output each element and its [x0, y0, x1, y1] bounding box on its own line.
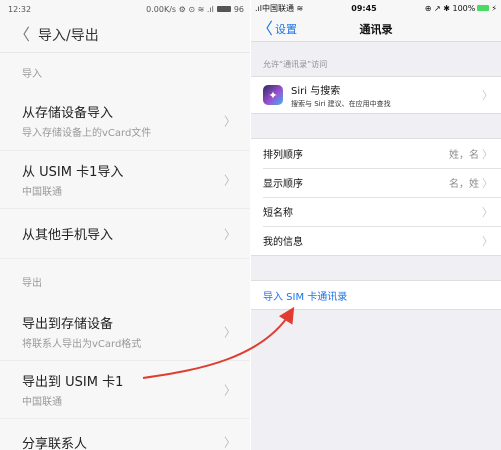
- chevron-right-icon: 〉: [223, 435, 236, 450]
- cell-label: 显示顺序: [263, 179, 303, 190]
- chevron-right-icon: 〉: [482, 147, 493, 161]
- short-name-row[interactable]: 短名称 〉: [251, 197, 501, 226]
- android-top-bar: 〈 导入/导出: [0, 18, 250, 52]
- battery-level: 96: [233, 4, 244, 14]
- cell-label: 排列顺序: [263, 150, 303, 161]
- status-info: 0.00K/s ⚙ ⊙ ≋ .ıl: [146, 4, 214, 14]
- cell-value: 姓，名: [449, 150, 479, 161]
- import-sim-contacts-button[interactable]: 导入 SIM 卡通讯录: [251, 281, 501, 309]
- row-export-to-usim1[interactable]: 导出到 USIM 卡1 中国联通 〉: [0, 361, 250, 419]
- display-order-row[interactable]: 显示顺序 名，姓 〉: [251, 168, 501, 197]
- row-title: 从其他手机导入: [22, 228, 114, 243]
- chevron-right-icon: 〉: [223, 383, 236, 397]
- battery-icon: [477, 5, 490, 11]
- status-time: 12:32: [8, 4, 32, 14]
- chevron-right-icon: 〉: [482, 234, 493, 248]
- page-title: 通讯录: [359, 23, 393, 36]
- siri-search-row[interactable]: ✦ Siri 与搜索 搜索与 Siri 建议、在应用中查找 〉: [251, 77, 501, 113]
- row-title: 从 USIM 卡1导入: [22, 165, 124, 180]
- chevron-right-icon: 〉: [223, 227, 236, 241]
- status-icons: ⊕ ↗ ✱ 100%: [424, 3, 476, 13]
- row-import-from-storage[interactable]: 从存储设备导入 导入存储设备上的vCard文件 〉: [0, 91, 250, 151]
- siri-subtitle: 搜索与 Siri 建议、在应用中查找: [291, 99, 391, 108]
- chevron-right-icon: 〉: [223, 173, 236, 187]
- import-sim-label: 导入 SIM 卡通讯录: [263, 291, 348, 303]
- row-import-from-other-phone[interactable]: 从其他手机导入 〉: [0, 209, 250, 259]
- android-status-bar: 12:32 0.00K/s ⚙ ⊙ ≋ .ıl 96: [0, 0, 250, 18]
- chevron-right-icon: 〉: [482, 89, 493, 102]
- status-time: 09:45: [351, 3, 377, 13]
- row-subtitle: 中国联通: [22, 187, 62, 198]
- android-import-export-screen: 12:32 0.00K/s ⚙ ⊙ ≋ .ıl 96 〈 导入/导出 导入 从存…: [0, 0, 250, 450]
- row-title: 从存储设备导入: [22, 106, 114, 121]
- chevron-right-icon: 〉: [482, 205, 493, 219]
- row-share-contacts[interactable]: 分享联系人 〉: [0, 419, 250, 450]
- section-header-import: 导入: [22, 68, 42, 80]
- row-import-from-usim1[interactable]: 从 USIM 卡1导入 中国联通 〉: [0, 151, 250, 209]
- charging-icon: ⚡: [491, 3, 497, 13]
- row-subtitle: 导入存储设备上的vCard文件: [22, 128, 152, 139]
- import-sim-group: 导入 SIM 卡通讯录: [251, 280, 501, 310]
- row-title: 导出到 USIM 卡1: [22, 375, 124, 390]
- cell-value: 名，姓: [449, 179, 479, 190]
- ios-contacts-settings-screen: .ıl中国联通 ≋ 09:45 ⊕ ↗ ✱ 100% ⚡ 〈 设置 通讯录 允许…: [251, 0, 501, 450]
- row-subtitle: 中国联通: [22, 397, 62, 408]
- row-export-to-storage[interactable]: 导出到存储设备 将联系人导出为vCard格式 〉: [0, 303, 250, 361]
- cell-label: 短名称: [263, 208, 293, 219]
- cell-label: 我的信息: [263, 237, 303, 248]
- siri-title: Siri 与搜索: [291, 85, 341, 97]
- siri-group: ✦ Siri 与搜索 搜索与 Siri 建议、在应用中查找 〉: [251, 76, 501, 114]
- battery-icon: [216, 6, 231, 12]
- sort-order-row[interactable]: 排列顺序 姓，名 〉: [251, 139, 501, 168]
- ios-nav-bar: 〈 设置 通讯录: [251, 16, 501, 42]
- chevron-right-icon: 〉: [223, 325, 236, 339]
- carrier-signal: .ıl中国联通 ≋: [255, 3, 304, 13]
- row-title: 导出到存储设备: [22, 317, 114, 332]
- row-subtitle: 将联系人导出为vCard格式: [22, 339, 142, 350]
- ios-status-bar: .ıl中国联通 ≋ 09:45 ⊕ ↗ ✱ 100% ⚡: [251, 0, 501, 16]
- siri-icon: ✦: [263, 85, 283, 105]
- row-title: 分享联系人: [22, 436, 88, 450]
- section-header-export: 导出: [22, 277, 42, 289]
- back-icon[interactable]: 〈: [14, 27, 30, 43]
- chevron-right-icon: 〉: [482, 176, 493, 190]
- page-title: 导入/导出: [38, 28, 99, 44]
- chevron-right-icon: 〉: [223, 114, 236, 128]
- display-settings-group: 排列顺序 姓，名 〉 显示顺序 名，姓 〉 短名称 〉 我的信息 〉: [251, 138, 501, 256]
- my-info-row[interactable]: 我的信息 〉: [251, 226, 501, 255]
- allow-access-caption: 允许“通讯录”访问: [263, 60, 328, 69]
